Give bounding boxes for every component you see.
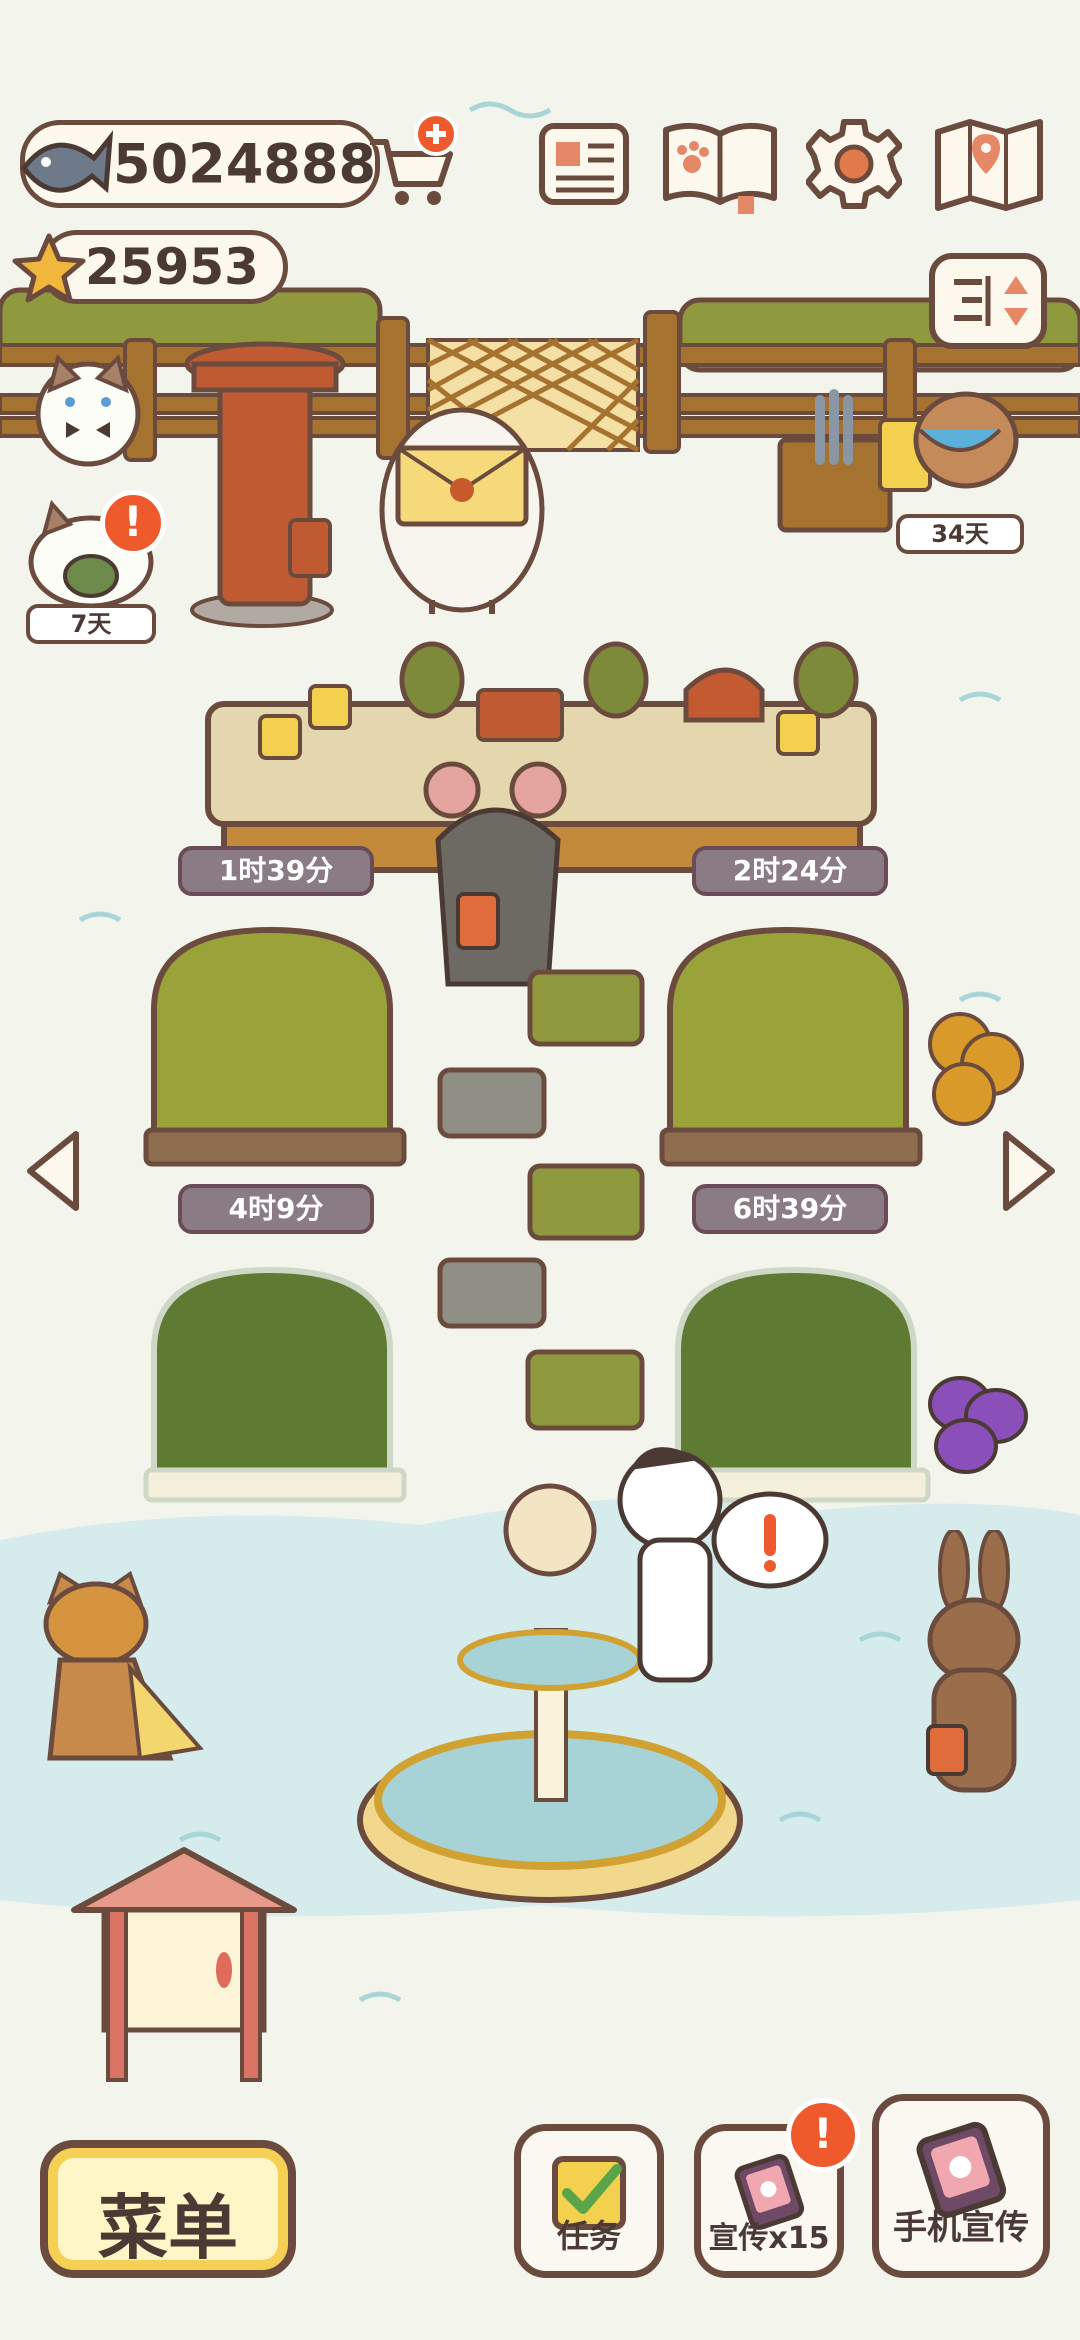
menu-button-label: 菜单 — [98, 2187, 238, 2269]
star-icon — [12, 233, 86, 303]
calico-cat-bowtie-visitor[interactable] — [28, 350, 148, 470]
owl-mail-carrier[interactable] — [370, 390, 560, 620]
red-mailbox[interactable] — [180, 340, 350, 630]
cat-with-cape-customer[interactable] — [30, 1568, 210, 1778]
promo-alert-badge: ! — [786, 2098, 860, 2172]
deer-stay-days: 34天 — [896, 514, 1024, 554]
dog-customer[interactable] — [610, 1430, 830, 1690]
cat-frog-stay-days: 7天 — [26, 604, 156, 644]
greenhouse-right-top[interactable] — [656, 920, 926, 1170]
star-currency-value: 25953 — [85, 238, 259, 296]
scroll-left-arrow-icon[interactable] — [22, 1126, 86, 1216]
counter-left-timer: 1时39分 — [178, 846, 374, 896]
fish-currency-value: 5024888 — [113, 132, 377, 196]
tasks-button-label: 任务 — [556, 2217, 621, 2255]
sunflower-bunch — [928, 1012, 1024, 1126]
newspaper-icon[interactable] — [536, 120, 632, 210]
phone-promo-button-label: 手机宣传 — [893, 2208, 1029, 2248]
greenhouse-left-timer: 4时9分 — [178, 1184, 374, 1234]
scroll-right-arrow-icon[interactable] — [996, 1126, 1060, 1216]
paw-book-icon[interactable] — [660, 116, 780, 216]
small-hut[interactable] — [64, 1840, 304, 2090]
greenhouse-right-timer: 6时39分 — [692, 1184, 888, 1234]
promo-button-label: 宣传x15 — [708, 2221, 830, 2256]
fish-icon — [20, 130, 114, 194]
gray-mouse-customer[interactable] — [418, 760, 578, 990]
rabbit-customer[interactable] — [914, 1530, 1044, 1810]
counter-right-timer: 2时24分 — [692, 846, 888, 896]
stepping-stones — [437, 969, 645, 1431]
gear-icon[interactable] — [806, 116, 902, 212]
tasks-button[interactable]: 任务 — [514, 2124, 664, 2278]
greenhouse-left-top[interactable] — [140, 920, 410, 1170]
phone-promo-button[interactable]: 手机宣传 — [872, 2094, 1050, 2278]
reorder-toggle-icon[interactable] — [928, 252, 1048, 352]
shop-cart-add-icon[interactable] — [360, 112, 460, 212]
map-icon[interactable] — [932, 114, 1046, 214]
menu-button[interactable]: 菜单 — [40, 2140, 296, 2278]
visitor-alert-badge: ! — [100, 490, 166, 556]
purple-flower-bunch — [928, 1376, 1028, 1474]
